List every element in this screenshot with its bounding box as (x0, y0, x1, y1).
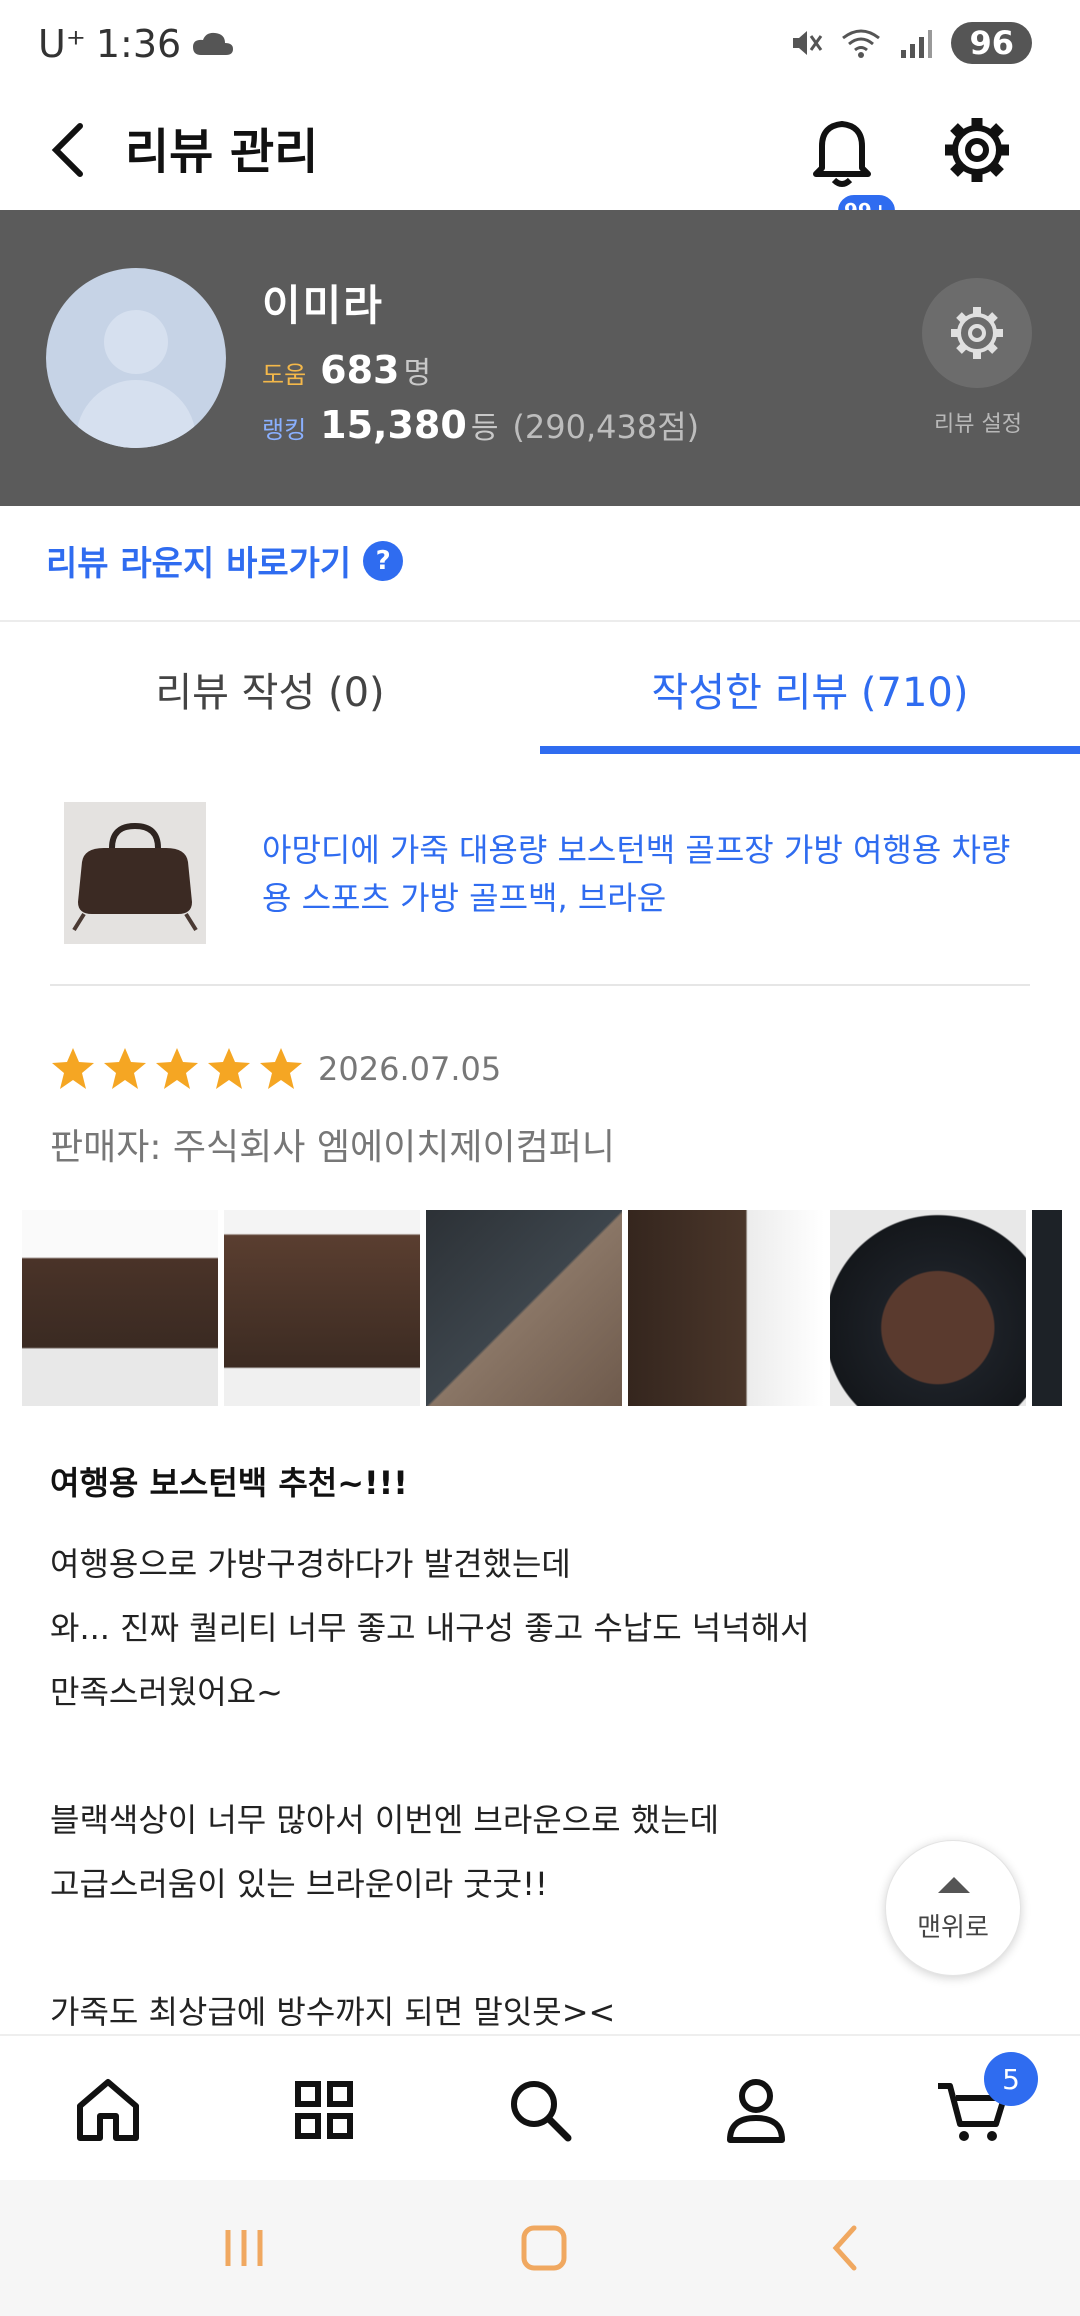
cart-count-badge: 5 (984, 2052, 1038, 2106)
review-photos[interactable] (22, 1210, 1080, 1406)
carrier-label: U⁺ (38, 22, 86, 66)
review-photo[interactable] (426, 1210, 622, 1406)
review-lounge-link[interactable]: 리뷰 라운지 바로가기 ? (46, 536, 404, 585)
review-photo[interactable] (628, 1210, 824, 1406)
star-icon (52, 1048, 94, 1089)
gear-icon[interactable] (935, 108, 1019, 192)
review-tabs: 리뷰 작성 (0) 작성한 리뷰 (710) (0, 622, 1080, 756)
help-question-icon[interactable]: ? (363, 540, 404, 581)
status-left: U⁺ 1:36 (38, 22, 235, 66)
scroll-top-button[interactable]: 맨위로 (885, 1840, 1021, 1976)
recent-apps-icon[interactable] (214, 2218, 274, 2278)
home-icon[interactable] (68, 2070, 148, 2150)
scroll-top-label: 맨위로 (917, 1913, 989, 1943)
tab-write-review[interactable]: 리뷰 작성 (0) (0, 622, 540, 756)
system-nav-bar (0, 2180, 1080, 2316)
home-button-icon[interactable] (514, 2218, 574, 2278)
mute-icon (793, 31, 823, 55)
cloud-icon (193, 32, 234, 55)
help-stat: 도움 683 명 (262, 348, 431, 392)
review-date: 2026.07.05 (318, 1050, 502, 1088)
back-button-icon[interactable] (816, 2218, 876, 2278)
app-header: 리뷰 관리 99+ (0, 90, 1080, 230)
help-count: 683 (320, 348, 400, 392)
review-photo[interactable] (224, 1210, 420, 1406)
status-bar: U⁺ 1:36 96 (0, 0, 1080, 90)
rank-value: 15,380 (320, 403, 467, 447)
star-icon (208, 1048, 250, 1089)
arrow-up-icon (938, 1877, 970, 1893)
product-thumbnail[interactable] (64, 802, 206, 944)
search-icon[interactable] (500, 2070, 580, 2150)
rank-points: (290,438점) (512, 408, 700, 446)
bottom-nav (0, 2034, 1080, 2182)
signal-icon (901, 30, 933, 58)
seller-name: 판매자: 주식회사 엠에이치제이컴퍼니 (50, 1127, 615, 1168)
product-name-link[interactable]: 아망디에 가죽 대용량 보스턴백 골프장 가방 여행용 차량용 스포츠 가방 골… (262, 826, 1022, 922)
review-settings-label: 리뷰 설정 (934, 412, 1022, 437)
star-rating (50, 1046, 304, 1092)
tab-written-reviews[interactable]: 작성한 리뷰 (710) (540, 622, 1080, 756)
settings-gear-icon (951, 307, 1003, 359)
person-icon[interactable] (716, 2070, 796, 2150)
rank-label: 랭킹 (262, 416, 307, 444)
page-title: 리뷰 관리 (125, 124, 319, 180)
rank-stat: 랭킹 15,380 등 (290,438점) (262, 402, 699, 448)
profile-panel: 이미라 도움 683 명 랭킹 15,380 등 (290,438점) 리뷰 설… (0, 210, 1080, 506)
divider (50, 984, 1030, 986)
review-photo[interactable] (22, 1210, 218, 1406)
star-icon (260, 1048, 302, 1089)
star-icon (156, 1048, 198, 1089)
profile-name: 이미라 (262, 281, 384, 330)
bell-icon[interactable] (800, 108, 884, 192)
rank-unit: 등 (470, 411, 499, 446)
help-unit: 명 (403, 356, 432, 391)
help-label: 도움 (262, 361, 307, 389)
lounge-link-label: 리뷰 라운지 바로가기 (46, 544, 352, 584)
status-right: 96 (789, 22, 1032, 64)
clock: 1:36 (95, 22, 182, 66)
review-photo[interactable] (1032, 1210, 1062, 1406)
avatar (46, 268, 226, 448)
review-body: 여행용으로 가방구경하다가 발견했는데 와... 진짜 퀄리티 너무 좋고 내구… (50, 1545, 810, 2031)
grid-icon[interactable] (284, 2070, 364, 2150)
back-arrow-icon[interactable] (40, 112, 100, 188)
star-icon (104, 1048, 146, 1089)
review-title: 여행용 보스턴백 추천~!!! (50, 1464, 408, 1502)
review-settings-button[interactable] (922, 278, 1032, 388)
review-photo[interactable] (830, 1210, 1026, 1406)
bag-image (64, 802, 206, 944)
battery-indicator: 96 (951, 22, 1032, 64)
wifi-icon (842, 29, 881, 58)
active-tab-indicator (540, 746, 1080, 754)
